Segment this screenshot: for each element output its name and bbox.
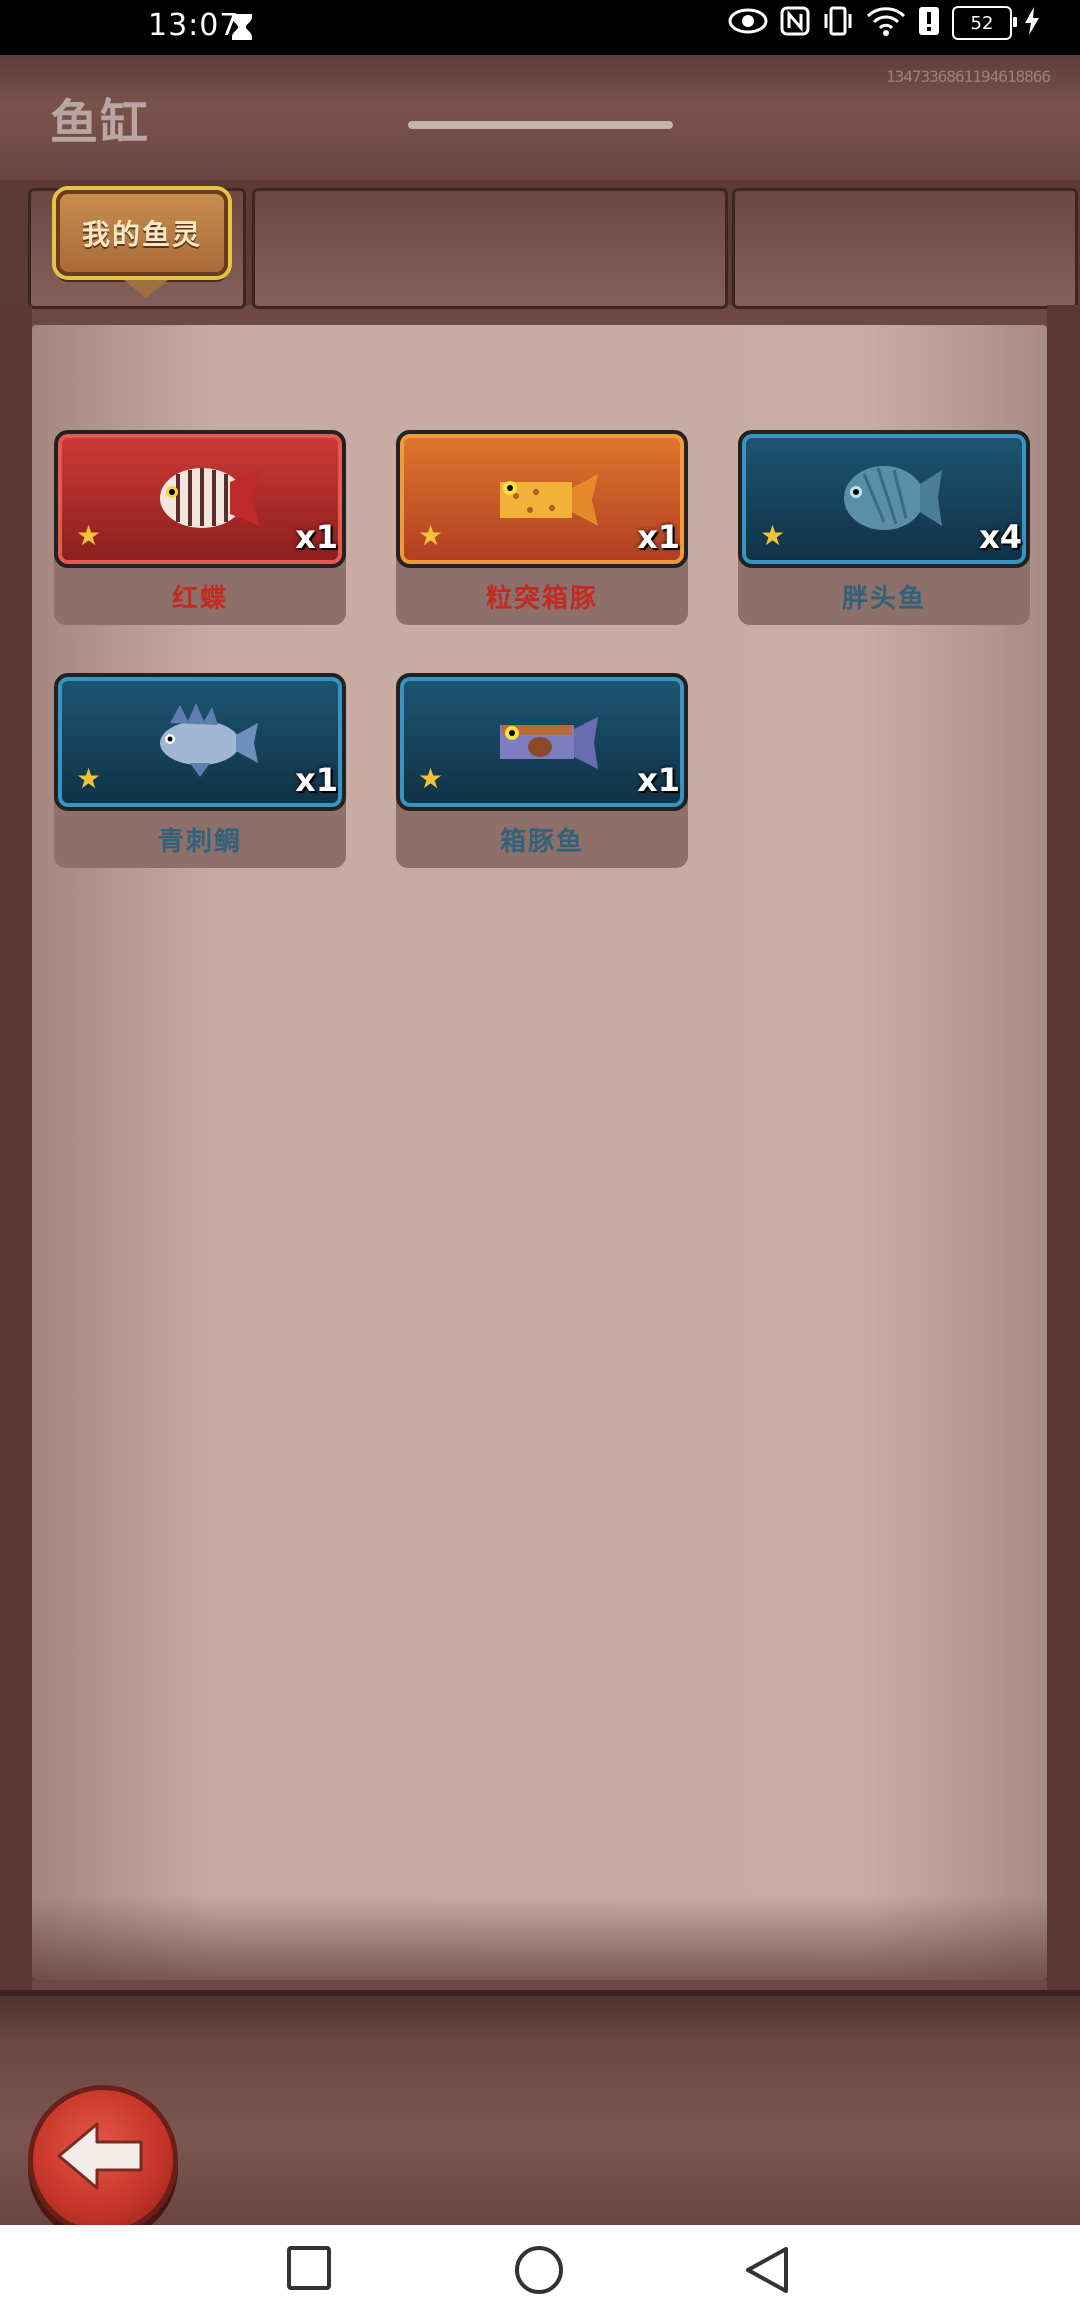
fish-icon bbox=[500, 474, 598, 526]
fish-name: 粒突箱豚 bbox=[485, 584, 598, 614]
battery-icon: 52 bbox=[952, 6, 1017, 40]
charging-icon bbox=[1024, 7, 1040, 39]
fish-count: x1 bbox=[295, 518, 338, 556]
nfc-icon bbox=[780, 6, 810, 40]
wifi-icon bbox=[866, 6, 906, 40]
arrow-left-icon bbox=[57, 2122, 143, 2190]
tab-slot-2[interactable] bbox=[252, 188, 728, 309]
fish-name: 青刺鲷 bbox=[157, 827, 242, 857]
eye-icon bbox=[728, 8, 768, 38]
battery-level: 52 bbox=[970, 12, 994, 34]
home-button[interactable] bbox=[514, 2245, 564, 2295]
star-icon: ★ bbox=[76, 519, 102, 552]
fish-count: x1 bbox=[637, 518, 680, 556]
card-face: ★ x1 bbox=[54, 673, 346, 811]
fish-list-panel[interactable]: ★ x1 红蝶 ★ x1 粒突箱豚 ★ x4 胖头鱼 ★ x1 青刺鲷 ★ x1… bbox=[32, 325, 1047, 1980]
fish-card[interactable]: ★ x4 胖头鱼 bbox=[738, 430, 1030, 625]
status-bar: 13:07 52 bbox=[0, 0, 1080, 55]
panel-shadow bbox=[32, 1895, 1047, 1980]
fish-card[interactable]: ★ x1 青刺鲷 bbox=[54, 673, 346, 868]
tab-slot-3[interactable] bbox=[732, 188, 1078, 309]
card-face: ★ x1 bbox=[54, 430, 346, 568]
tab-my-fish-label: 我的鱼灵 bbox=[81, 218, 202, 251]
fish-count: x4 bbox=[979, 518, 1022, 556]
star-icon: ★ bbox=[760, 519, 786, 552]
tab-bar: 我的鱼灵 bbox=[0, 180, 1080, 309]
card-face: ★ x4 bbox=[738, 430, 1030, 568]
fish-name: 箱豚鱼 bbox=[499, 827, 584, 857]
star-icon: ★ bbox=[76, 762, 102, 795]
navigation-bar bbox=[0, 2225, 1080, 2310]
fish-name: 红蝶 bbox=[171, 584, 228, 614]
game-area: 鱼缸 1347336861194618866 我的鱼灵 ★ x1 红蝶 ★ x1… bbox=[0, 55, 1080, 2235]
fish-count: x1 bbox=[295, 761, 338, 799]
tab-pointer bbox=[124, 280, 168, 298]
page-title: 鱼缸 bbox=[50, 95, 151, 151]
user-id: 1347336861194618866 bbox=[885, 67, 1051, 86]
fish-card[interactable]: ★ x1 红蝶 bbox=[54, 430, 346, 625]
fish-icon bbox=[500, 717, 598, 769]
star-icon: ★ bbox=[418, 519, 444, 552]
fish-icon bbox=[844, 466, 942, 530]
fish-count: x1 bbox=[637, 761, 680, 799]
fish-card[interactable]: ★ x1 粒突箱豚 bbox=[396, 430, 688, 625]
status-time: 13:07 bbox=[148, 8, 240, 43]
recents-button[interactable] bbox=[286, 2245, 332, 2291]
tab-my-fish[interactable]: 我的鱼灵 bbox=[56, 190, 228, 276]
back-nav-button[interactable] bbox=[744, 2245, 790, 2295]
card-face: ★ x1 bbox=[396, 673, 688, 811]
fish-name: 胖头鱼 bbox=[841, 584, 926, 614]
hourglass-icon bbox=[230, 12, 254, 46]
vibrate-icon bbox=[822, 6, 854, 40]
back-button[interactable] bbox=[28, 2085, 178, 2235]
card-face: ★ x1 bbox=[396, 430, 688, 568]
header-plank: 鱼缸 1347336861194618866 bbox=[0, 55, 1080, 184]
fish-card[interactable]: ★ x1 箱豚鱼 bbox=[396, 673, 688, 868]
star-icon: ★ bbox=[418, 762, 444, 795]
alert-icon bbox=[918, 6, 940, 40]
fish-icon bbox=[160, 703, 258, 777]
drag-handle[interactable] bbox=[408, 121, 673, 129]
fish-icon bbox=[160, 468, 260, 528]
